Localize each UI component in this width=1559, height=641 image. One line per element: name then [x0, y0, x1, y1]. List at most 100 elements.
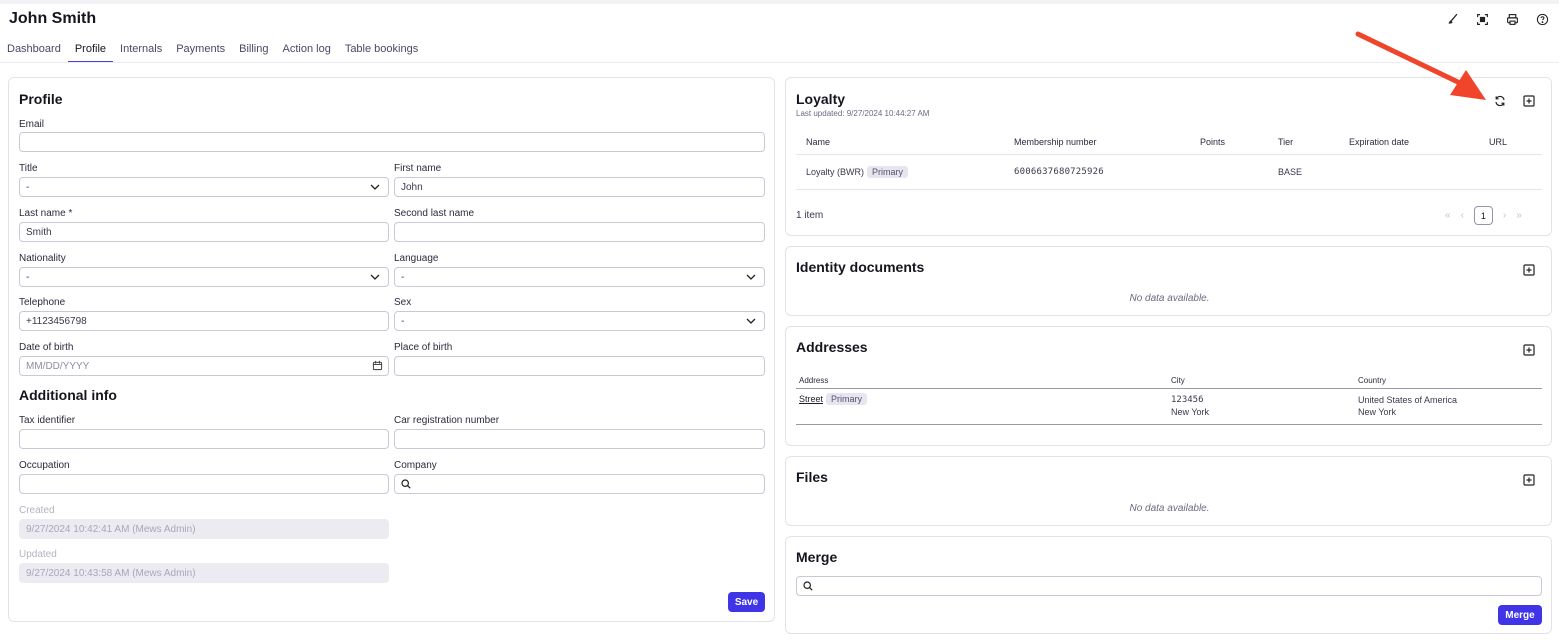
updated-field: 9/27/2024 10:43:58 AM (Mews Admin)	[19, 563, 389, 583]
printer-icon[interactable]	[1504, 11, 1520, 27]
merge-card: Merge Merge	[785, 536, 1552, 634]
chevron-down-icon	[746, 318, 756, 324]
address-header-divider	[796, 388, 1542, 389]
loyalty-item-count: 1 item	[796, 210, 824, 221]
add-identity-document-icon[interactable]	[1523, 264, 1535, 276]
tab-internals[interactable]: Internals	[113, 39, 169, 63]
brush-icon[interactable]	[1444, 11, 1460, 27]
help-icon[interactable]	[1534, 11, 1550, 27]
add-address-icon[interactable]	[1523, 344, 1535, 356]
last-name-label: Last name *	[19, 208, 73, 219]
title-select-value: -	[26, 182, 30, 193]
loyalty-row-name[interactable]: Loyalty (BWR) Primary	[806, 166, 909, 178]
car-registration-label: Car registration number	[394, 415, 500, 426]
tab-dashboard[interactable]: Dashboard	[0, 39, 68, 63]
nationality-select[interactable]: -	[19, 267, 389, 287]
address-city: New York	[1171, 407, 1210, 417]
pager-current-page[interactable]: 1	[1473, 206, 1493, 225]
primary-badge: Primary	[826, 393, 868, 405]
address-region: New York	[1358, 407, 1397, 417]
addresses-heading: Addresses	[796, 339, 868, 355]
loyalty-col-points: Points	[1200, 137, 1226, 147]
address-col-city: City	[1171, 376, 1185, 385]
merge-search-field[interactable]	[796, 576, 1542, 596]
refresh-icon[interactable]	[1494, 95, 1506, 107]
loyalty-col-name: Name	[806, 137, 831, 147]
telephone-field[interactable]: +1123456798	[19, 311, 389, 331]
tab-profile[interactable]: Profile	[67, 39, 114, 63]
address-row-divider	[796, 424, 1542, 425]
language-select[interactable]: -	[394, 267, 765, 287]
tab-payments[interactable]: Payments	[169, 39, 232, 63]
loyalty-last-updated: Last updated: 9/27/2024 10:44:27 AM	[796, 109, 930, 118]
additional-info-heading: Additional info	[19, 387, 117, 403]
calendar-icon[interactable]	[372, 360, 383, 371]
occupation-label: Occupation	[19, 460, 70, 471]
scan-icon[interactable]	[1474, 11, 1490, 27]
address-country: United States of America	[1358, 395, 1458, 405]
place-of-birth-label: Place of birth	[394, 342, 453, 353]
title-label: Title	[19, 163, 38, 174]
tab-billing[interactable]: Billing	[232, 39, 275, 63]
first-name-field[interactable]: John	[394, 177, 765, 197]
date-of-birth-field[interactable]: MM/DD/YYYY	[19, 356, 389, 376]
company-search-field[interactable]	[394, 474, 765, 494]
primary-badge: Primary	[867, 166, 909, 178]
search-icon	[401, 479, 411, 489]
save-button[interactable]: Save	[728, 592, 765, 612]
tab-bar: Dashboard Profile Internals Payments Bil…	[0, 39, 425, 63]
top-toolbar	[1444, 11, 1550, 27]
sex-label: Sex	[394, 297, 412, 308]
add-loyalty-icon[interactable]	[1523, 95, 1535, 107]
tab-action-log[interactable]: Action log	[276, 39, 338, 63]
identity-documents-card: Identity documents No data available.	[785, 246, 1552, 316]
company-label: Company	[394, 460, 437, 471]
loyalty-col-expiration: Expiration date	[1349, 137, 1410, 147]
date-of-birth-placeholder: MM/DD/YYYY	[26, 361, 90, 372]
top-strip	[0, 0, 1559, 4]
sex-select[interactable]: -	[394, 311, 765, 331]
car-registration-field[interactable]	[394, 429, 765, 449]
occupation-field[interactable]	[19, 474, 389, 494]
pager-prev-button[interactable]: ‹	[1461, 210, 1464, 221]
merge-button[interactable]: Merge	[1498, 605, 1542, 625]
identity-empty-note: No data available.	[1129, 293, 1210, 304]
language-label: Language	[394, 253, 439, 264]
loyalty-header-divider	[796, 154, 1542, 155]
chevron-down-icon	[370, 184, 380, 190]
tab-table-bookings[interactable]: Table bookings	[338, 39, 425, 63]
merge-heading: Merge	[796, 549, 838, 565]
address-col-country: Country	[1358, 376, 1387, 385]
files-card: Files No data available.	[785, 456, 1552, 526]
identity-documents-heading: Identity documents	[796, 259, 925, 275]
pager-first-button[interactable]: «	[1445, 210, 1451, 221]
second-last-name-field[interactable]	[394, 222, 765, 242]
loyalty-row-divider	[796, 189, 1542, 190]
nationality-label: Nationality	[19, 253, 66, 264]
add-file-icon[interactable]	[1523, 474, 1535, 486]
last-name-field[interactable]: Smith	[19, 222, 389, 242]
loyalty-pagination: « ‹ 1 › »	[1445, 206, 1522, 225]
tax-identifier-label: Tax identifier	[19, 415, 76, 426]
pager-last-button[interactable]: »	[1516, 210, 1522, 221]
addresses-card: Addresses Address City Country Street Pri…	[785, 326, 1552, 446]
title-select[interactable]: -	[19, 177, 389, 197]
sex-select-value: -	[401, 316, 405, 327]
loyalty-row-name-text: Loyalty (BWR)	[806, 167, 865, 177]
telephone-label: Telephone	[19, 297, 66, 308]
created-label: Created	[19, 505, 55, 516]
second-last-name-label: Second last name	[394, 208, 475, 219]
files-empty-note: No data available.	[1129, 503, 1210, 514]
pager-next-button[interactable]: ›	[1503, 210, 1506, 221]
address-street-link[interactable]: Street	[799, 394, 823, 404]
place-of-birth-field[interactable]	[394, 356, 765, 376]
files-heading: Files	[796, 469, 828, 485]
email-field[interactable]	[19, 132, 765, 152]
nationality-select-value: -	[26, 272, 30, 283]
language-select-value: -	[401, 272, 405, 283]
tax-identifier-field[interactable]	[19, 429, 389, 449]
annotation-arrow	[1355, 31, 1486, 100]
chevron-down-icon	[370, 274, 380, 280]
created-field: 9/27/2024 10:42:41 AM (Mews Admin)	[19, 519, 389, 539]
first-name-label: First name	[394, 163, 442, 174]
